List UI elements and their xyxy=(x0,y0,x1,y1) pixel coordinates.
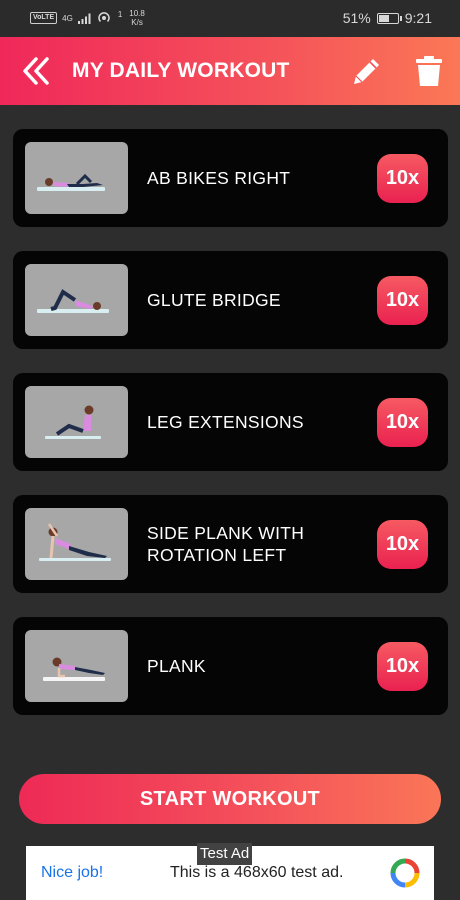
signal-icon xyxy=(77,13,91,24)
glute-bridge-illustration xyxy=(37,289,109,313)
notification-count: 1 xyxy=(117,9,123,19)
reps-badge[interactable]: 10x xyxy=(377,520,428,569)
network-type: 4G xyxy=(62,13,73,23)
test-ad-label: Test Ad xyxy=(197,843,253,865)
start-workout-button[interactable]: START WORKOUT xyxy=(19,774,441,824)
exercise-name: SIDE PLANK WITH ROTATION LEFT xyxy=(147,523,305,565)
reps-badge[interactable]: 10x xyxy=(377,154,428,203)
exercise-thumbnail xyxy=(25,386,128,458)
ad-logo-icon xyxy=(390,858,420,888)
battery-icon xyxy=(376,12,402,24)
exercise-name: LEG EXTENSIONS xyxy=(147,412,304,432)
exercise-card[interactable]: SIDE PLANK WITH ROTATION LEFT 10x xyxy=(13,495,448,593)
app-header: MY DAILY WORKOUT xyxy=(0,37,460,105)
exercise-card[interactable]: LEG EXTENSIONS 10x xyxy=(13,373,448,471)
exercise-list: AB BIKES RIGHT 10x GLUTE BRIDGE 10x LEG … xyxy=(13,129,448,739)
network-speed-unit: K/s xyxy=(131,18,143,27)
status-left: VoLTE 4G 1 10.8 K/s xyxy=(30,9,145,27)
ab-bikes-illustration xyxy=(37,173,105,191)
status-right: 51% 9:21 xyxy=(343,10,432,26)
network-speed-value: 10.8 xyxy=(129,9,145,18)
delete-button[interactable] xyxy=(413,54,445,88)
side-plank-illustration xyxy=(39,523,111,561)
leg-extensions-illustration xyxy=(45,405,101,439)
exercise-name: AB BIKES RIGHT xyxy=(147,168,291,188)
pencil-icon xyxy=(354,59,379,84)
network-speed: 10.8 K/s xyxy=(129,9,145,27)
reps-badge[interactable]: 10x xyxy=(377,398,428,447)
ad-text: This is a 468x60 test ad. xyxy=(170,864,344,881)
exercise-name: PLANK xyxy=(147,656,206,676)
edit-button[interactable] xyxy=(350,54,384,88)
ad-headline: Nice job! xyxy=(41,864,104,881)
double-chevron-left-icon xyxy=(23,57,49,85)
trash-icon xyxy=(416,56,442,86)
exercise-card[interactable]: GLUTE BRIDGE 10x xyxy=(13,251,448,349)
wifi-hotspot-icon xyxy=(98,12,110,23)
exercise-thumbnail xyxy=(25,264,128,336)
back-button[interactable] xyxy=(20,54,54,88)
clock: 9:21 xyxy=(404,10,432,26)
exercise-name: GLUTE BRIDGE xyxy=(147,290,281,310)
page-title: MY DAILY WORKOUT xyxy=(72,59,290,82)
exercise-thumbnail xyxy=(25,630,128,702)
exercise-card[interactable]: PLANK 10x xyxy=(13,617,448,715)
battery-percent: 51% xyxy=(342,10,371,26)
exercise-thumbnail xyxy=(25,508,128,580)
reps-badge[interactable]: 10x xyxy=(377,642,428,691)
exercise-thumbnail xyxy=(25,142,128,214)
plank-illustration xyxy=(43,657,105,681)
status-bar: VoLTE 4G 1 10.8 K/s 51% 9:21 xyxy=(0,0,460,37)
volte-indicator: VoLTE xyxy=(30,12,58,24)
battery-fill xyxy=(378,14,389,22)
reps-badge[interactable]: 10x xyxy=(377,276,428,325)
exercise-card[interactable]: AB BIKES RIGHT 10x xyxy=(13,129,448,227)
